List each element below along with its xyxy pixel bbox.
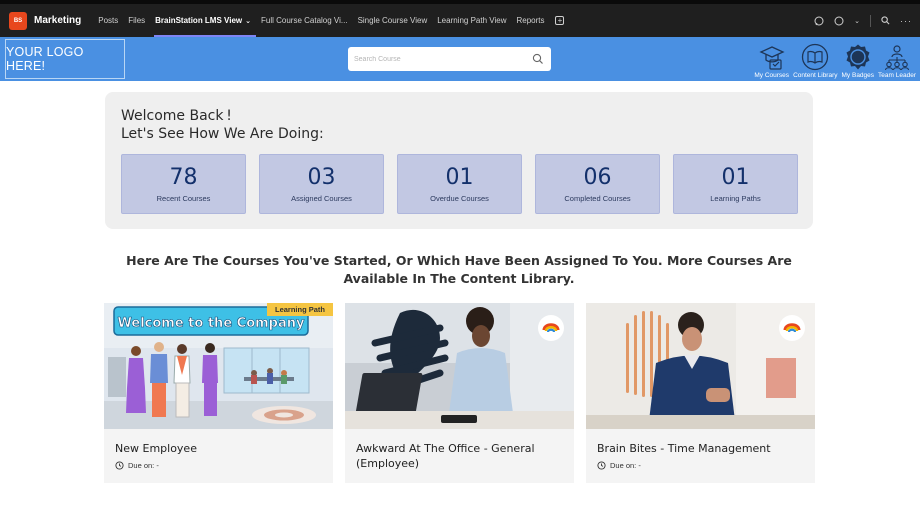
nav-team-leader[interactable]: Team Leader <box>876 37 918 79</box>
search-icon[interactable] <box>532 53 544 65</box>
welcome-subheading: Let's See How We Are Doing: <box>121 126 324 142</box>
tab-posts[interactable]: Posts <box>93 4 123 37</box>
course-title[interactable]: Brain Bites - Time Management <box>597 441 807 456</box>
tab-files[interactable]: Files <box>123 4 150 37</box>
logo-placeholder[interactable]: YOUR LOGO HERE! <box>5 39 125 79</box>
chevron-down-icon[interactable]: ⌄ <box>245 17 251 25</box>
clock-icon <box>115 461 124 470</box>
tab-learning-path-view[interactable]: Learning Path View <box>432 4 511 37</box>
welcome-heading: Welcome Back ! <box>121 108 232 124</box>
lms-header: YOUR LOGO HERE! My Courses Content Libra… <box>0 37 920 81</box>
stat-label: Completed Courses <box>564 193 631 203</box>
tab-label: Single Course View <box>357 16 428 25</box>
tab-label: Files <box>128 16 146 25</box>
tab-full-course-catalog[interactable]: Full Course Catalog Vi... <box>256 4 353 37</box>
badge-icon <box>846 44 870 70</box>
due-date: Due on: - <box>115 461 159 470</box>
tab-single-course-view[interactable]: Single Course View <box>353 4 433 37</box>
team-avatar[interactable]: BS <box>9 11 27 30</box>
courses-intro-message: Here Are The Courses You've Started, Or … <box>126 253 792 286</box>
add-tab-button[interactable]: + <box>555 16 565 25</box>
stat-recent-courses[interactable]: 78 Recent Courses <box>121 154 246 214</box>
due-date-text: Due on: - <box>610 461 641 470</box>
stat-label: Recent Courses <box>156 193 211 203</box>
tab-label: BrainStation LMS View <box>155 16 243 25</box>
stats-row: 78 Recent Courses 03 Assigned Courses 01… <box>121 154 798 214</box>
team-icon <box>884 45 910 71</box>
tab-label: Posts <box>98 16 119 25</box>
top-bar-actions: ⌄ ··· <box>814 4 912 37</box>
teams-top-bar: BS Marketing Posts Files BrainStation LM… <box>0 0 920 37</box>
course-title[interactable]: Awkward At The Office - General (Employe… <box>356 441 566 471</box>
course-title[interactable]: New Employee <box>115 441 325 456</box>
search-box <box>348 47 551 71</box>
divider <box>870 14 871 27</box>
tab-label: Learning Path View <box>437 16 507 25</box>
nav-content-library[interactable]: Content Library <box>791 37 839 79</box>
banner-text: Welcome to the Company <box>118 316 306 331</box>
stat-label: Overdue Courses <box>430 193 489 203</box>
stat-overdue-courses[interactable]: 01 Overdue Courses <box>397 154 522 214</box>
tab-label: Reports <box>516 16 545 25</box>
course-card-awkward-at-the-office[interactable]: Awkward At The Office - General (Employe… <box>345 303 574 483</box>
nav-label: Content Library <box>793 72 838 79</box>
stat-label: Assigned Courses <box>291 193 352 203</box>
chat-icon[interactable] <box>814 16 824 26</box>
nav-label: Team Leader <box>878 72 916 79</box>
clock-icon <box>597 461 606 470</box>
course-cards: Welcome to the Company Learning Path New… <box>104 303 815 483</box>
course-thumbnail <box>345 303 574 429</box>
book-icon <box>802 43 829 71</box>
stat-value: 01 <box>721 164 750 190</box>
search-input[interactable] <box>354 55 529 63</box>
search-icon[interactable] <box>881 16 890 25</box>
nav-my-courses[interactable]: My Courses <box>752 37 791 79</box>
stat-label: Learning Paths <box>710 193 761 203</box>
stat-learning-paths[interactable]: 01 Learning Paths <box>673 154 798 214</box>
office-team-illustration: Welcome to the Company <box>104 303 333 429</box>
stat-value: 03 <box>307 164 336 190</box>
lms-nav: My Courses Content Library My Badges Tea… <box>752 37 918 81</box>
nav-label: My Badges <box>841 72 875 79</box>
stat-value: 06 <box>583 164 612 190</box>
channel-tabs: Posts Files BrainStation LMS View ⌄ Full … <box>93 4 565 37</box>
nav-label: My Courses <box>754 72 790 79</box>
tab-label: Full Course Catalog Vi... <box>261 16 348 25</box>
nav-my-badges[interactable]: My Badges <box>840 37 877 79</box>
more-options-icon[interactable]: ··· <box>900 16 912 26</box>
brand-logo-icon <box>538 315 564 341</box>
course-card-new-employee[interactable]: Welcome to the Company Learning Path New… <box>104 303 333 483</box>
chevron-down-icon[interactable]: ⌄ <box>854 17 860 25</box>
brand-logo-icon <box>779 315 805 341</box>
stat-value: 78 <box>169 164 198 190</box>
learning-path-badge: Learning Path <box>266 303 333 316</box>
stat-completed-courses[interactable]: 06 Completed Courses <box>535 154 660 214</box>
graduation-cap-icon <box>759 46 785 70</box>
tab-brainstation-lms-view[interactable]: BrainStation LMS View ⌄ <box>150 4 256 37</box>
team-name[interactable]: Marketing <box>34 15 81 26</box>
course-thumbnail: Welcome to the Company Learning Path <box>104 303 333 429</box>
tab-reports[interactable]: Reports <box>511 4 549 37</box>
stat-value: 01 <box>445 164 474 190</box>
due-date-text: Due on: - <box>128 461 159 470</box>
meet-icon[interactable] <box>834 16 844 26</box>
course-card-brain-bites-time-management[interactable]: Brain Bites - Time Management Due on: - <box>586 303 815 483</box>
due-date: Due on: - <box>597 461 641 470</box>
welcome-card: Welcome Back ! Let's See How We Are Doin… <box>105 92 813 229</box>
course-thumbnail <box>586 303 815 429</box>
stat-assigned-courses[interactable]: 03 Assigned Courses <box>259 154 384 214</box>
